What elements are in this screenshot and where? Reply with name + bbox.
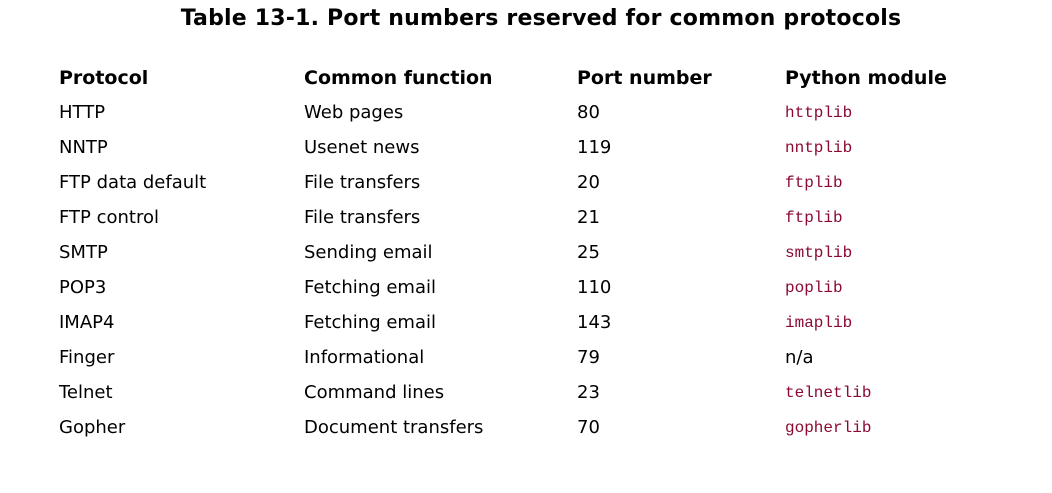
cell-protocol: FTP control: [59, 207, 160, 228]
cell-port: 20: [577, 172, 600, 193]
table-row: HTTP Web pages 80 httplib: [59, 95, 985, 130]
table-row: FTP data default File transfers 20 ftpli…: [59, 165, 985, 200]
table-row: Telnet Command lines 23 telnetlib: [59, 375, 985, 410]
cell-function: Web pages: [304, 102, 404, 123]
port-table: Protocol Common function Port number Pyt…: [59, 60, 985, 445]
table-body: HTTP Web pages 80 httplib NNTP Usenet ne…: [59, 95, 985, 445]
cell-port: 110: [577, 277, 612, 298]
cell-protocol: IMAP4: [59, 312, 115, 333]
cell-module: telnetlib: [785, 383, 872, 402]
cell-function: Fetching email: [304, 312, 437, 333]
cell-port: 119: [577, 137, 612, 158]
cell-protocol: NNTP: [59, 137, 108, 158]
cell-module: nntplib: [785, 138, 853, 157]
cell-function: Fetching email: [304, 277, 437, 298]
cell-module: poplib: [785, 278, 843, 297]
table-row: IMAP4 Fetching email 143 imaplib: [59, 305, 985, 340]
cell-protocol: SMTP: [59, 242, 108, 263]
cell-function: Sending email: [304, 242, 433, 263]
cell-module: httplib: [785, 103, 853, 122]
cell-port: 21: [577, 207, 600, 228]
cell-function: Usenet news: [304, 137, 420, 158]
cell-port: 23: [577, 382, 600, 403]
cell-port: 25: [577, 242, 600, 263]
cell-module: ftplib: [785, 208, 843, 227]
cell-function: File transfers: [304, 172, 421, 193]
header-protocol: Protocol: [59, 66, 149, 89]
cell-module: ftplib: [785, 173, 843, 192]
table-header: Protocol Common function Port number Pyt…: [59, 60, 985, 95]
table-row: POP3 Fetching email 110 poplib: [59, 270, 985, 305]
table-row: NNTP Usenet news 119 nntplib: [59, 130, 985, 165]
cell-function: Document transfers: [304, 417, 484, 438]
cell-protocol: Finger: [59, 347, 115, 368]
header-port-number: Port number: [577, 66, 712, 89]
cell-port: 70: [577, 417, 600, 438]
table-row: Gopher Document transfers 70 gopherlib: [59, 410, 985, 445]
header-python-module: Python module: [785, 66, 947, 89]
cell-module: n/a: [785, 347, 814, 368]
cell-module: smtplib: [785, 243, 853, 262]
cell-port: 80: [577, 102, 600, 123]
header-common-function: Common function: [304, 66, 493, 89]
cell-protocol: Gopher: [59, 417, 126, 438]
cell-port: 143: [577, 312, 612, 333]
cell-function: Informational: [304, 347, 425, 368]
cell-module: gopherlib: [785, 418, 872, 437]
cell-protocol: Telnet: [59, 382, 113, 403]
table-row: Finger Informational 79 n/a: [59, 340, 985, 375]
cell-port: 79: [577, 347, 600, 368]
cell-protocol: HTTP: [59, 102, 106, 123]
cell-protocol: FTP data default: [59, 172, 207, 193]
cell-protocol: POP3: [59, 277, 107, 298]
cell-function: File transfers: [304, 207, 421, 228]
table-row: FTP control File transfers 21 ftplib: [59, 200, 985, 235]
header-row: Protocol Common function Port number Pyt…: [59, 60, 985, 95]
table-row: SMTP Sending email 25 smtplib: [59, 235, 985, 270]
table-title: Table 13-1. Port numbers reserved for co…: [180, 6, 902, 31]
cell-module: imaplib: [785, 313, 853, 332]
cell-function: Command lines: [304, 382, 445, 403]
